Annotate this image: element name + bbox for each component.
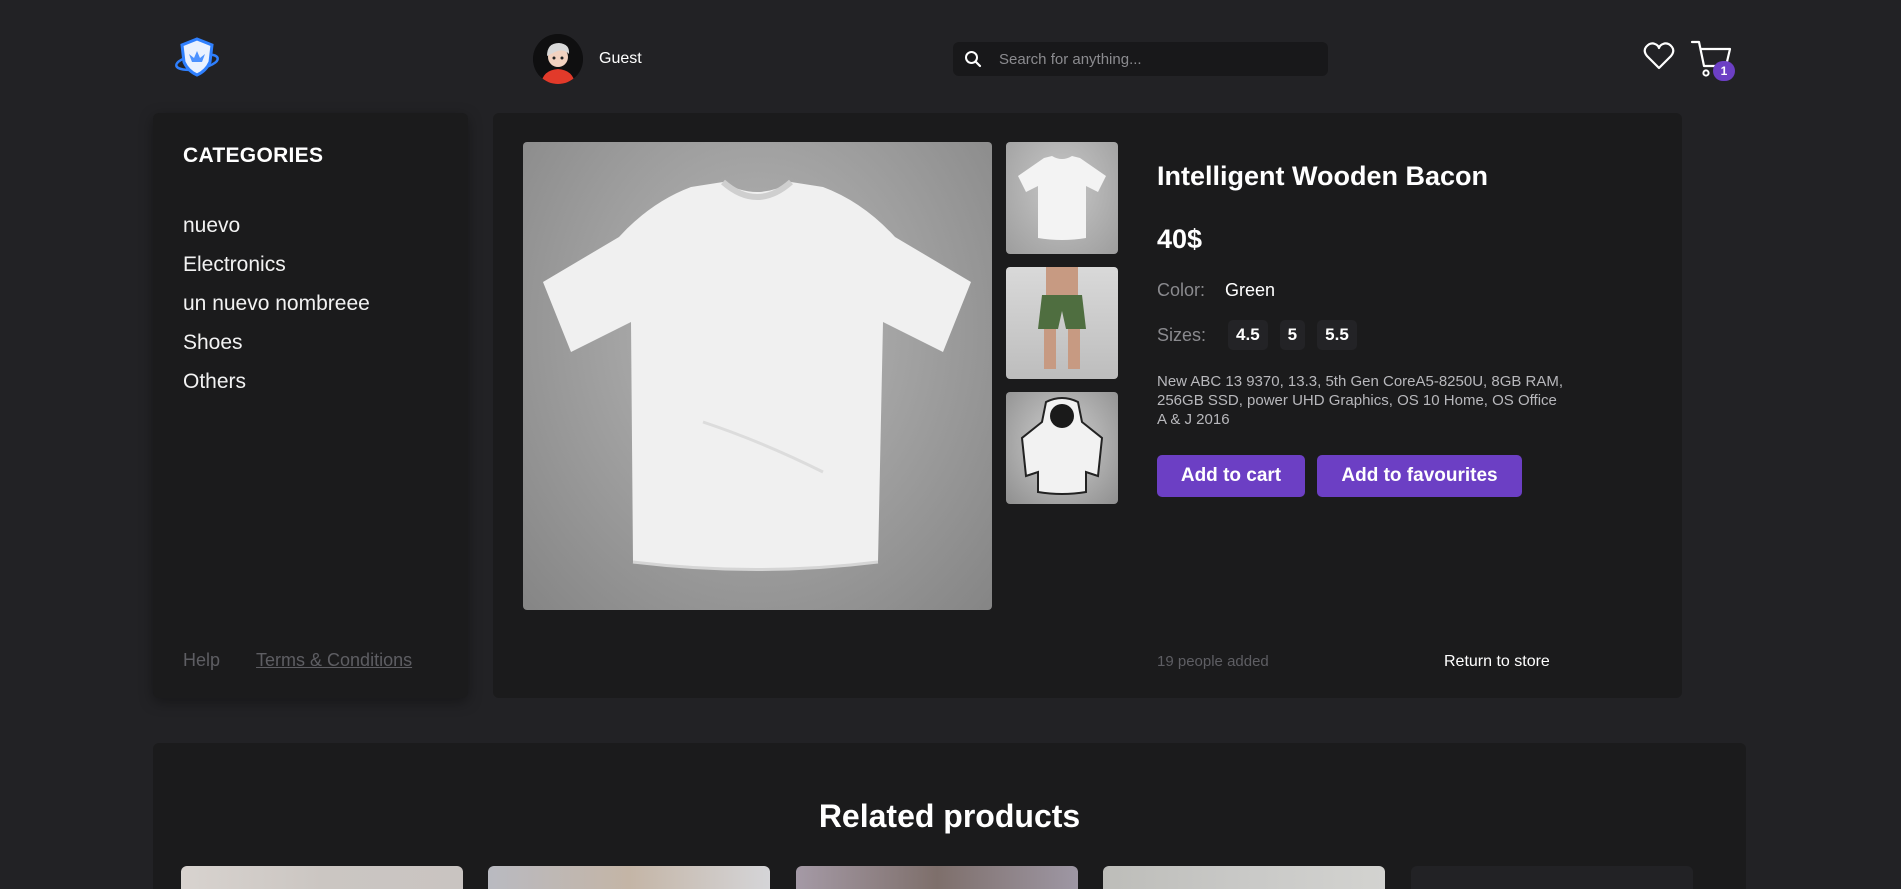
color-row: Color: Green xyxy=(1157,280,1275,301)
size-option[interactable]: 5.5 xyxy=(1317,320,1357,350)
product-title: Intelligent Wooden Bacon xyxy=(1157,161,1489,191)
related-product-card[interactable] xyxy=(796,866,1078,889)
category-list: nuevo Electronics un nuevo nombreee Shoe… xyxy=(183,206,370,401)
size-option[interactable]: 4.5 xyxy=(1228,320,1268,350)
product-card: Intelligent Wooden Bacon 40$ Color: Gree… xyxy=(493,113,1682,698)
category-item[interactable]: nuevo xyxy=(183,206,370,245)
heart-icon[interactable] xyxy=(1643,41,1675,71)
cart-count-badge: 1 xyxy=(1713,61,1735,81)
product-main-image xyxy=(523,142,992,610)
search-icon[interactable] xyxy=(953,42,993,76)
category-item[interactable]: Shoes xyxy=(183,323,370,362)
related-product-card[interactable] xyxy=(181,866,463,889)
search-input[interactable] xyxy=(993,42,1328,76)
sizes-label: Sizes: xyxy=(1157,324,1207,345)
user-name: Guest xyxy=(599,50,642,67)
avatar[interactable] xyxy=(533,34,583,84)
return-to-store-link[interactable]: Return to store xyxy=(1444,653,1550,671)
size-option[interactable]: 5 xyxy=(1279,320,1306,350)
page: Guest 1 CATEGORIES nuevo Electronics un … xyxy=(0,0,1901,889)
product-thumbnail[interactable] xyxy=(1006,392,1118,504)
add-to-cart-button[interactable]: Add to cart xyxy=(1157,455,1305,497)
people-added-count: 19 people added xyxy=(1157,653,1269,670)
add-to-favourites-button[interactable]: Add to favourites xyxy=(1317,455,1522,497)
related-products-section: Related products xyxy=(153,743,1746,889)
color-label: Color: xyxy=(1157,280,1206,300)
related-product-card[interactable] xyxy=(1411,866,1693,889)
product-thumbnail[interactable] xyxy=(1006,142,1118,254)
product-thumbnail[interactable] xyxy=(1006,267,1118,379)
product-price: 40$ xyxy=(1157,224,1203,254)
category-item[interactable]: Others xyxy=(183,362,370,401)
help-link[interactable]: Help xyxy=(183,650,220,671)
category-item[interactable]: Electronics xyxy=(183,245,370,284)
user-profile[interactable]: Guest xyxy=(533,34,642,84)
terms-link[interactable]: Terms & Conditions xyxy=(256,650,412,671)
search-bar[interactable] xyxy=(953,42,1328,76)
shield-logo-icon[interactable] xyxy=(174,36,220,78)
sizes-row: Sizes: 4.5 5 5.5 xyxy=(1157,320,1357,350)
color-value: Green xyxy=(1225,280,1276,300)
related-product-card[interactable] xyxy=(1103,866,1385,889)
related-product-card[interactable] xyxy=(488,866,770,889)
sidebar-footer: Help Terms & Conditions xyxy=(183,650,412,671)
product-description: New ABC 13 9370, 13.3, 5th Gen CoreA5-82… xyxy=(1157,373,1564,428)
category-item[interactable]: un nuevo nombreee xyxy=(183,284,370,323)
categories-title: CATEGORIES xyxy=(183,144,324,167)
related-products-title: Related products xyxy=(818,798,1081,834)
categories-sidebar: CATEGORIES nuevo Electronics un nuevo no… xyxy=(153,113,468,698)
